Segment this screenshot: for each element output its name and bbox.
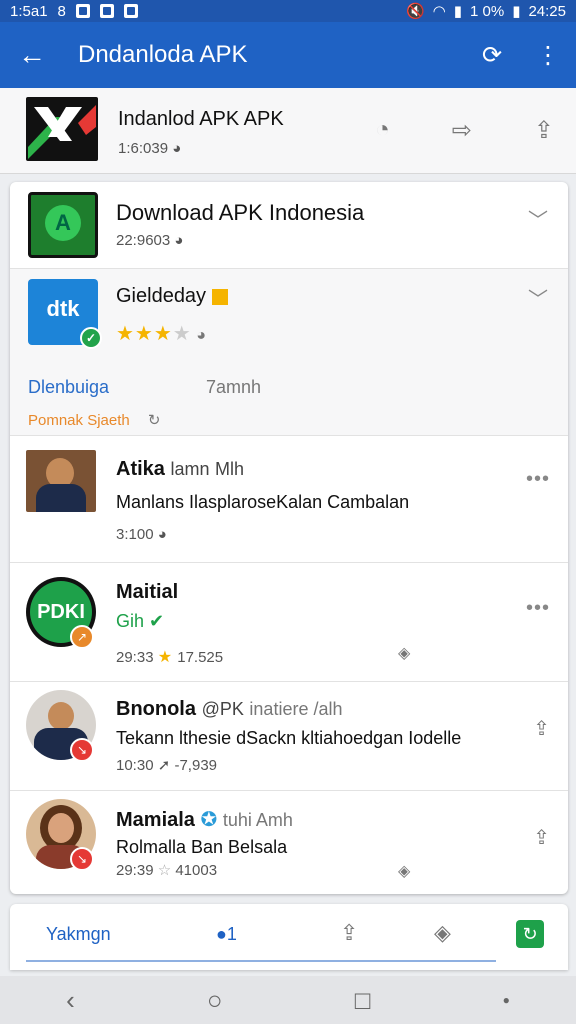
avatar <box>26 450 96 512</box>
status-bar: 1:5a1 8 🔇 ◠ ▮ 1 0% ▮ 24:25 <box>0 0 576 22</box>
app-icon <box>28 192 98 258</box>
notification-icon <box>75 4 90 18</box>
notification-icon <box>99 4 114 18</box>
list-item-title: Download APK Indonesia <box>116 200 365 225</box>
comment-icon: ● <box>216 924 227 944</box>
list-item-text: Rolmalla Ban Belsala <box>116 837 288 857</box>
nav-recents-icon[interactable]: □ <box>355 985 371 1016</box>
send-icon: ➚ <box>157 757 171 774</box>
list-item-meta: 29:33 ★ 17.525 <box>116 649 224 666</box>
upload-icon[interactable]: ⇪ <box>340 920 358 946</box>
share-box-icon[interactable]: ⇪ <box>534 116 554 145</box>
verified-icon: ✓ <box>80 327 102 349</box>
flag-icon <box>211 288 228 305</box>
list-item[interactable]: ↘ Bnonola @PK inatiere /alh Tekann lthes… <box>10 682 568 790</box>
globe-icon: ◕ <box>174 232 184 249</box>
list-item-name: Maitial <box>116 581 179 603</box>
list-item[interactable]: Atika lamn Mlh Manlans IlasplaroseKalan … <box>10 436 568 563</box>
sync-icon[interactable]: ⟳ <box>464 41 520 70</box>
refresh-button[interactable]: ↻ <box>516 920 544 948</box>
share-box-icon[interactable]: ⇪ <box>533 716 550 741</box>
list-item-subtitle: Gih ✔ <box>116 611 165 631</box>
rating: ★★★★ ◕ <box>116 323 206 345</box>
tag-icon[interactable]: ◈ <box>398 643 410 663</box>
list-item-text: Manlans IlasplaroseKalan Cambalan <box>116 492 410 512</box>
system-nav-bar: ‹ ○ □ ● <box>0 976 576 1024</box>
tag-icon[interactable]: ◈ <box>434 920 451 946</box>
top-actions: ◔ ⇨ ⇪ <box>375 116 554 145</box>
pie-icon[interactable]: ◔ <box>375 116 390 145</box>
top-app-title: Indanlod APK APK <box>118 108 284 130</box>
orange-label: Pomnak Sjaeth ↻ <box>28 412 161 429</box>
list-item-name: Atika lamn Mlh <box>116 458 245 480</box>
link-primary[interactable]: Dlenbuiga <box>28 377 109 398</box>
verified-icon: ✔ <box>149 611 165 631</box>
list-item-title: Gieldeday <box>116 285 228 308</box>
list-item-text: Tekann lthesie dSackn kltiahoedgan Iodel… <box>116 728 462 748</box>
refresh-icon: ↻ <box>147 412 161 429</box>
more-horiz-icon[interactable]: ••• <box>526 597 550 620</box>
tab-primary[interactable]: Yakmgn <box>46 924 111 945</box>
list-item[interactable]: PDKI ↗ Maitial Gih ✔ 29:33 ★ 17.525 ◈ ••… <box>10 563 568 682</box>
status-time: 1:5a1 <box>10 2 48 20</box>
globe-icon: ◕ <box>172 140 182 157</box>
list-item-name: Bnonola @PK inatiere /alh <box>116 698 343 720</box>
globe-icon: ◕ <box>157 526 167 543</box>
wifi-icon: ◠ <box>432 3 446 20</box>
signal-icon: ▮ <box>453 3 462 20</box>
more-horiz-icon[interactable]: ••• <box>526 468 550 491</box>
list-item-meta: 22:9603 ◕ <box>116 232 184 249</box>
battery-level: 1 0% <box>469 2 505 20</box>
bottom-tab-bar: Yakmgn ●1 ⇪ ◈ ↻ <box>10 904 568 970</box>
list-item[interactable]: ↘ Mamiala ✪ tuhi Amh Rolmalla Ban Belsal… <box>10 790 568 894</box>
nav-home-icon[interactable]: ○ <box>207 985 223 1016</box>
list-item[interactable]: dtk ✓ Gieldeday ★★★★ ◕ ﹀ Dlenbuiga 7amnh … <box>10 269 568 436</box>
tab-comments[interactable]: ●1 <box>216 924 237 945</box>
nav-dot-icon: ● <box>502 993 510 1007</box>
link-secondary[interactable]: 7amnh <box>206 377 261 398</box>
share-box-icon[interactable]: ⇪ <box>533 825 550 850</box>
badge-icon: ↘ <box>70 847 94 871</box>
share-arrow-icon[interactable]: ⇨ <box>452 116 472 145</box>
badge-icon: ↘ <box>70 738 94 762</box>
list-item-meta: 10:30 ➚ -7,939 <box>116 757 218 774</box>
list-item-meta: 3:100 ◕ <box>116 526 167 543</box>
nav-back-icon[interactable]: ‹ <box>66 985 75 1016</box>
list-item-meta: 29:39 ☆ 41003 <box>116 862 218 879</box>
status-clock: 24:25 <box>528 2 566 20</box>
status-num: 8 <box>57 2 66 20</box>
list-item[interactable]: Download APK Indonesia 22:9603 ◕ ﹀ <box>10 182 568 269</box>
list-item-name: Mamiala ✪ tuhi Amh <box>116 809 293 831</box>
chevron-down-icon[interactable]: ﹀ <box>528 204 548 233</box>
tab-underline <box>26 960 496 962</box>
battery-icon: ▮ <box>512 3 521 20</box>
notification-icon <box>123 4 138 18</box>
badge-icon: ↗ <box>70 625 94 649</box>
back-arrow-icon[interactable]: ← <box>0 39 64 71</box>
page-title: Dndanloda APK <box>78 41 248 68</box>
globe-icon: ◕ <box>196 327 206 344</box>
chevron-down-icon[interactable]: ﹀ <box>528 283 548 312</box>
verified-icon: ✪ <box>200 809 218 831</box>
app-list-card: Download APK Indonesia 22:9603 ◕ ﹀ dtk✓ … <box>10 182 568 894</box>
app-logo <box>26 97 98 161</box>
app-icon: dtk ✓ <box>28 279 102 349</box>
app-bar: ← Dndanloda APK ⟳ ⋮ <box>0 22 576 88</box>
top-app-meta: 1:6:039 ◕ <box>118 140 182 157</box>
mute-icon: 🔇 <box>405 3 425 20</box>
tag-icon[interactable]: ◈ <box>398 861 410 881</box>
more-vert-icon[interactable]: ⋮ <box>520 41 576 70</box>
